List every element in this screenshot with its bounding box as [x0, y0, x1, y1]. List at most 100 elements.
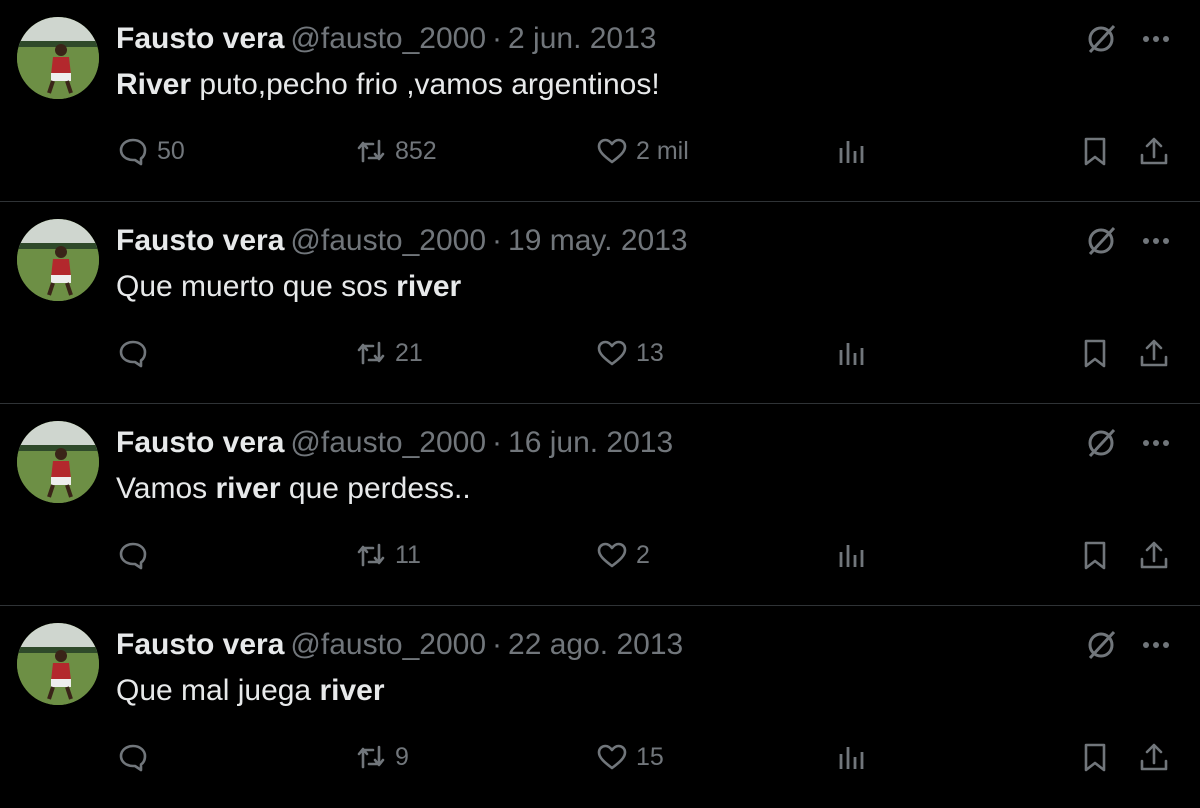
bookmark-icon [1084, 137, 1106, 166]
heart-icon [597, 138, 627, 164]
grok-icon[interactable] [1084, 22, 1118, 56]
reply-icon [119, 542, 147, 570]
reply-icon [119, 744, 147, 772]
bookmark-button[interactable] [1079, 532, 1111, 578]
tweet[interactable]: Fausto vera @fausto_2000 · 16 jun. 2013 Vam… [0, 404, 1200, 606]
author-handle[interactable]: @fausto_2000 [290, 224, 486, 257]
avatar[interactable] [17, 219, 99, 301]
tweet-date[interactable]: 22 ago. 2013 [508, 628, 683, 661]
retweet-icon [357, 341, 385, 365]
grok-icon[interactable] [1084, 628, 1118, 662]
more-icon[interactable] [1138, 24, 1174, 54]
share-icon [1140, 541, 1168, 569]
bookmark-button[interactable] [1079, 128, 1111, 174]
reply-button[interactable] [117, 330, 157, 376]
grok-icon[interactable] [1084, 426, 1118, 460]
retweet-button[interactable]: 9 [355, 734, 409, 780]
tweet-header: Fausto vera @fausto_2000 · 16 jun. 2013 [116, 424, 673, 462]
views-button[interactable] [836, 734, 868, 780]
retweet-count: 21 [395, 338, 423, 367]
views-button[interactable] [836, 330, 868, 376]
views-button[interactable] [836, 128, 868, 174]
grok-icon[interactable] [1084, 224, 1118, 258]
tweet-text: Vamos river que perdess.. [116, 470, 471, 508]
like-count: 15 [636, 742, 664, 771]
author-handle[interactable]: @fausto_2000 [290, 426, 486, 459]
share-button[interactable] [1138, 532, 1170, 578]
retweet-count: 852 [395, 136, 437, 165]
like-button[interactable]: 15 [596, 734, 664, 780]
views-icon [839, 141, 864, 163]
views-button[interactable] [836, 532, 868, 578]
views-icon [839, 343, 864, 365]
retweet-count: 11 [395, 540, 421, 569]
tweet-header: Fausto vera @fausto_2000 · 22 ago. 2013 [116, 626, 683, 664]
tweet-header: Fausto vera @fausto_2000 · 19 may. 2013 [116, 222, 688, 260]
share-icon [1140, 339, 1168, 367]
text-plain: Vamos [116, 472, 216, 505]
share-button[interactable] [1138, 330, 1170, 376]
author-name[interactable]: Fausto vera [116, 224, 284, 257]
tweet[interactable]: Fausto vera @fausto_2000 · 2 jun. 2013 Rive… [0, 0, 1200, 202]
author-name[interactable]: Fausto vera [116, 628, 284, 661]
avatar[interactable] [17, 623, 99, 705]
avatar[interactable] [17, 17, 99, 99]
text-plain: Que muerto que sos [116, 270, 397, 303]
bookmark-button[interactable] [1079, 330, 1111, 376]
share-icon [1140, 137, 1168, 165]
retweet-count: 9 [395, 742, 409, 771]
heart-icon [597, 340, 627, 366]
text-plain: puto,pecho frio ,vamos argentinos! [191, 68, 660, 101]
more-icon[interactable] [1138, 630, 1174, 660]
heart-icon [597, 542, 627, 568]
views-icon [839, 747, 864, 769]
tweet-date[interactable]: 2 jun. 2013 [508, 22, 656, 55]
text-plain: que perdess.. [280, 472, 471, 505]
retweet-button[interactable]: 21 [355, 330, 423, 376]
tweet-actions: 11 2 [0, 532, 1200, 578]
reply-icon [119, 138, 147, 166]
text-bold: river [396, 270, 462, 303]
tweet-date[interactable]: 19 may. 2013 [508, 224, 688, 257]
more-icon[interactable] [1138, 226, 1174, 256]
author-name[interactable]: Fausto vera [116, 22, 284, 55]
tweet-actions: 21 13 [0, 330, 1200, 376]
share-icon [1140, 743, 1168, 771]
reply-button[interactable]: 50 [117, 128, 185, 174]
tweet-text: Que muerto que sos river [116, 268, 461, 306]
reply-icon [119, 340, 147, 368]
like-button[interactable]: 2 [596, 532, 650, 578]
like-count: 2 [636, 540, 650, 569]
author-handle[interactable]: @fausto_2000 [290, 22, 486, 55]
retweet-icon [357, 745, 385, 769]
text-bold: river [319, 674, 385, 707]
tweet-actions: 9 15 [0, 734, 1200, 780]
like-count: 13 [636, 338, 664, 367]
reply-button[interactable] [117, 734, 157, 780]
separator: · [492, 224, 503, 257]
reply-button[interactable] [117, 532, 157, 578]
like-button[interactable]: 13 [596, 330, 664, 376]
like-button[interactable]: 2 mil [596, 128, 689, 174]
reply-count: 50 [157, 136, 185, 165]
views-icon [839, 545, 864, 567]
retweet-button[interactable]: 852 [355, 128, 437, 174]
avatar[interactable] [17, 421, 99, 503]
author-handle[interactable]: @fausto_2000 [290, 628, 486, 661]
more-icon[interactable] [1138, 428, 1174, 458]
tweet-text: Que mal juega river [116, 672, 385, 710]
text-bold: River [116, 68, 192, 101]
tweet-date[interactable]: 16 jun. 2013 [508, 426, 673, 459]
bookmark-icon [1084, 743, 1106, 772]
bookmark-button[interactable] [1079, 734, 1111, 780]
tweet[interactable]: Fausto vera @fausto_2000 · 19 may. 2013 Que… [0, 202, 1200, 404]
tweet-actions: 50 852 2 mil [0, 128, 1200, 174]
retweet-button[interactable]: 11 [355, 532, 421, 578]
bookmark-icon [1084, 339, 1106, 368]
tweet-text: River puto,pecho frio ,vamos argentinos! [116, 66, 660, 104]
tweet[interactable]: Fausto vera @fausto_2000 · 22 ago. 2013 Que… [0, 606, 1200, 808]
share-button[interactable] [1138, 128, 1170, 174]
share-button[interactable] [1138, 734, 1170, 780]
author-name[interactable]: Fausto vera [116, 426, 284, 459]
retweet-icon [357, 543, 385, 567]
